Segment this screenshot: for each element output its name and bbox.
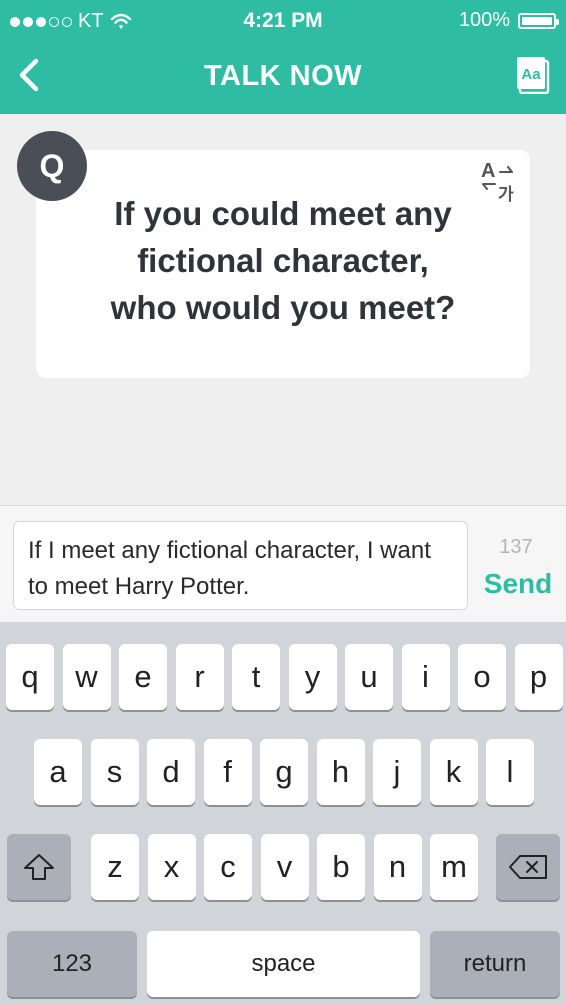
key-w[interactable]: w [62,644,111,710]
key-u[interactable]: u [345,644,393,710]
key-s[interactable]: s [90,739,139,805]
key-l[interactable]: l [486,739,534,805]
key-n[interactable]: n [373,834,422,900]
key-p[interactable]: p [514,644,563,710]
key-d[interactable]: d [147,739,195,805]
character-counter: 137 [499,536,533,558]
key-e[interactable]: e [119,644,167,710]
key-q[interactable]: q [6,644,54,710]
font-size-book-icon[interactable]: Aa [516,56,550,94]
key-r[interactable]: r [175,644,224,710]
key-j[interactable]: j [373,739,421,805]
backspace-key[interactable] [496,834,560,900]
key-h[interactable]: h [316,739,365,805]
font-icon-label: Aa [521,66,541,83]
answer-input[interactable]: If I meet any fictional character, I wan… [13,521,468,610]
key-i[interactable]: i [401,644,450,710]
shift-arrow-icon [24,854,54,880]
battery-icon [518,12,559,29]
translate-icon[interactable]: A 가 [480,160,520,204]
key-f[interactable]: f [203,739,252,805]
battery-percent: 100% [458,9,510,31]
battery-indicator: 100% [458,9,559,32]
key-x[interactable]: x [147,834,196,900]
page-title: TALK NOW [203,60,363,92]
key-g[interactable]: g [260,739,308,805]
key-c[interactable]: c [204,834,252,900]
delete-icon [509,855,547,879]
question-text: If you could meet any fictional characte… [110,195,456,326]
numbers-key[interactable]: 123 [7,931,137,997]
navigation-bar: TALK NOW Aa [0,40,566,114]
space-key[interactable]: space [147,931,420,997]
key-z[interactable]: z [91,834,139,900]
send-button[interactable]: Send [478,568,558,600]
status-bar: KT 4:21 PM 100% [0,0,566,40]
key-b[interactable]: b [317,834,365,900]
shift-key[interactable] [7,834,71,900]
key-v[interactable]: v [260,834,309,900]
return-key[interactable]: return [430,931,560,997]
key-m[interactable]: m [430,834,478,900]
key-a[interactable]: a [34,739,82,805]
key-o[interactable]: o [458,644,506,710]
keyboard: qwertyuiop asdfghjkl zxcvbnm 123 space r… [0,622,566,1005]
top-bar: KT 4:21 PM 100% TALK NOW Aa [0,0,566,114]
key-y[interactable]: y [288,644,337,710]
answer-composer: If I meet any fictional character, I wan… [0,505,566,623]
key-k[interactable]: k [429,739,478,805]
key-t[interactable]: t [232,644,280,710]
